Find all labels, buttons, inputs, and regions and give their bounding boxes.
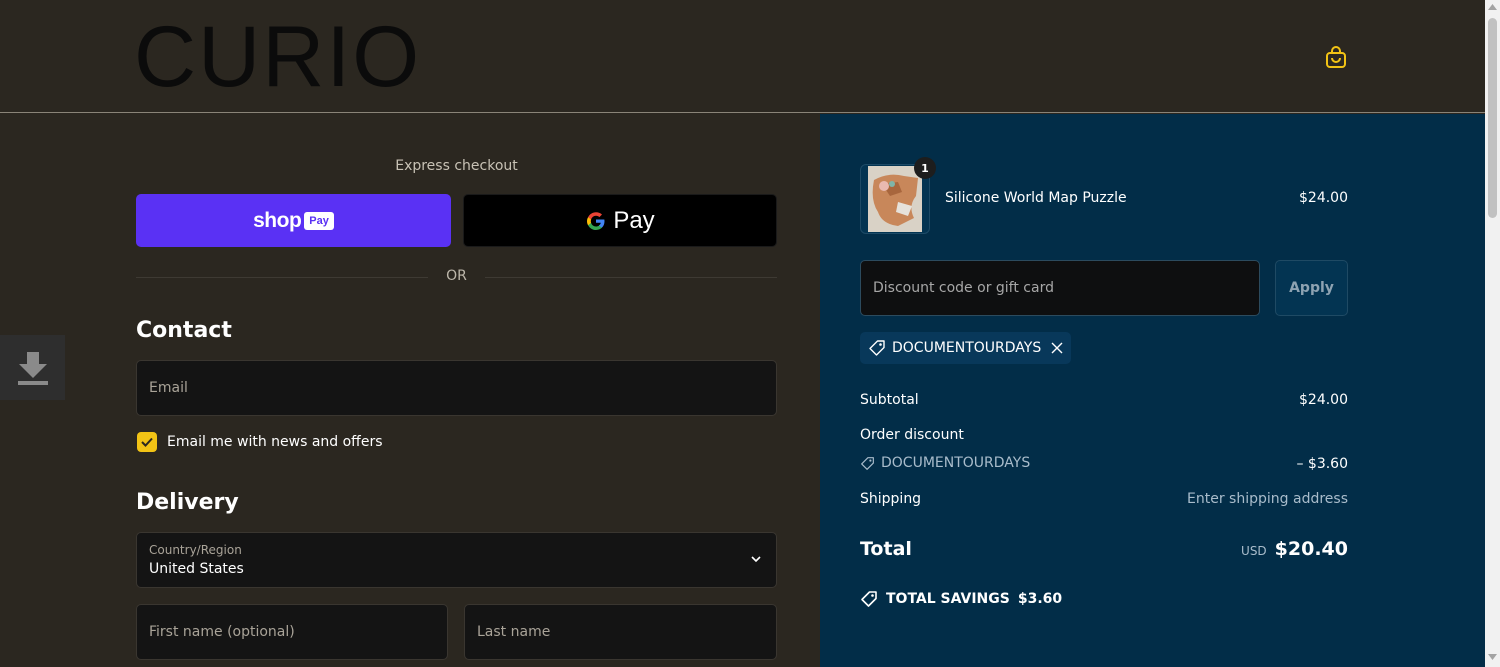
newsletter-checkbox-row[interactable]: Email me with news and offers (137, 432, 383, 452)
total-currency: USD (1241, 544, 1267, 558)
order-summary: 1 Silicone World Map Puzzle $24.00 Apply… (820, 114, 1485, 667)
country-select[interactable]: Country/Region United States (136, 532, 777, 588)
applied-code: DOCUMENTOURDAYS (892, 340, 1042, 356)
scrollbar-thumb[interactable] (1488, 18, 1497, 218)
subtotal-value: $24.00 (1299, 392, 1348, 408)
total-label: Total (860, 538, 912, 560)
google-g-icon (587, 211, 605, 230)
tag-icon (869, 340, 885, 356)
total-value-group: USD $20.40 (1241, 538, 1348, 560)
first-name-field (136, 604, 448, 660)
google-pay-word: Pay (613, 206, 655, 234)
applied-discount-chip: DOCUMENTOURDAYS (860, 332, 1072, 364)
total-amount: $20.40 (1274, 538, 1348, 560)
shop-pay-box: Pay (304, 211, 334, 230)
order-discount-code-row: DOCUMENTOURDAYS (860, 455, 1030, 471)
scroll-down-arrow-icon[interactable] (1488, 654, 1497, 660)
savings-label: TOTAL SAVINGS (886, 591, 1010, 607)
express-checkout-label: Express checkout (395, 158, 518, 174)
product-name: Silicone World Map Puzzle (945, 190, 1127, 206)
discount-field (860, 260, 1260, 316)
puzzle-product-image (868, 166, 922, 232)
discount-code-input[interactable] (861, 261, 1259, 315)
google-pay-button[interactable]: Pay (463, 194, 777, 247)
shopping-bag-icon (1326, 46, 1346, 68)
subtotal-label: Subtotal (860, 392, 919, 408)
order-discount-value: – $3.60 (1296, 456, 1348, 472)
savings-value: $3.60 (1017, 591, 1063, 607)
tag-icon (861, 456, 874, 470)
scrollbar[interactable] (1485, 0, 1500, 667)
shipping-label: Shipping (860, 491, 922, 507)
last-name-input[interactable] (465, 605, 776, 659)
store-logo[interactable]: CURIO (134, 14, 421, 100)
country-value: United States (149, 561, 244, 577)
shop-pay-word: shop (253, 208, 302, 232)
order-discount-code: DOCUMENTOURDAYS (881, 455, 1031, 471)
quantity-badge: 1 (914, 157, 936, 179)
checkout-form: Express checkout shop Pay Pay OR Contact (0, 114, 820, 667)
contact-heading: Contact (136, 318, 232, 343)
newsletter-label: Email me with news and offers (167, 434, 383, 450)
tag-icon (861, 591, 877, 607)
apply-button[interactable]: Apply (1275, 260, 1348, 316)
divider-line-right (485, 277, 777, 278)
email-input[interactable] (137, 361, 776, 415)
email-field (136, 360, 777, 416)
download-button[interactable] (0, 335, 65, 400)
or-label: OR (446, 268, 467, 284)
delivery-heading: Delivery (136, 490, 239, 515)
download-icon (17, 351, 48, 385)
scroll-up-arrow-icon[interactable] (1488, 4, 1497, 10)
close-icon (1051, 342, 1063, 354)
remove-discount-button[interactable] (1051, 342, 1063, 354)
chevron-down-icon (751, 556, 761, 563)
first-name-input[interactable] (137, 605, 447, 659)
cart-button[interactable] (1322, 42, 1350, 72)
total-savings-row: TOTAL SAVINGS $3.60 (860, 590, 1062, 608)
or-divider: OR (136, 267, 777, 287)
product-price: $24.00 (1299, 190, 1348, 206)
shipping-value: Enter shipping address (1187, 491, 1348, 507)
checkout-page: CURIO Express checkout shop Pay Pay OR C… (0, 0, 1500, 667)
shop-pay-button[interactable]: shop Pay (136, 194, 451, 247)
newsletter-checkbox[interactable] (137, 432, 157, 452)
checkmark-icon (141, 437, 153, 447)
order-discount-label: Order discount (860, 427, 964, 443)
header: CURIO (0, 0, 1485, 113)
country-label: Country/Region (149, 543, 242, 557)
last-name-field (464, 604, 777, 660)
